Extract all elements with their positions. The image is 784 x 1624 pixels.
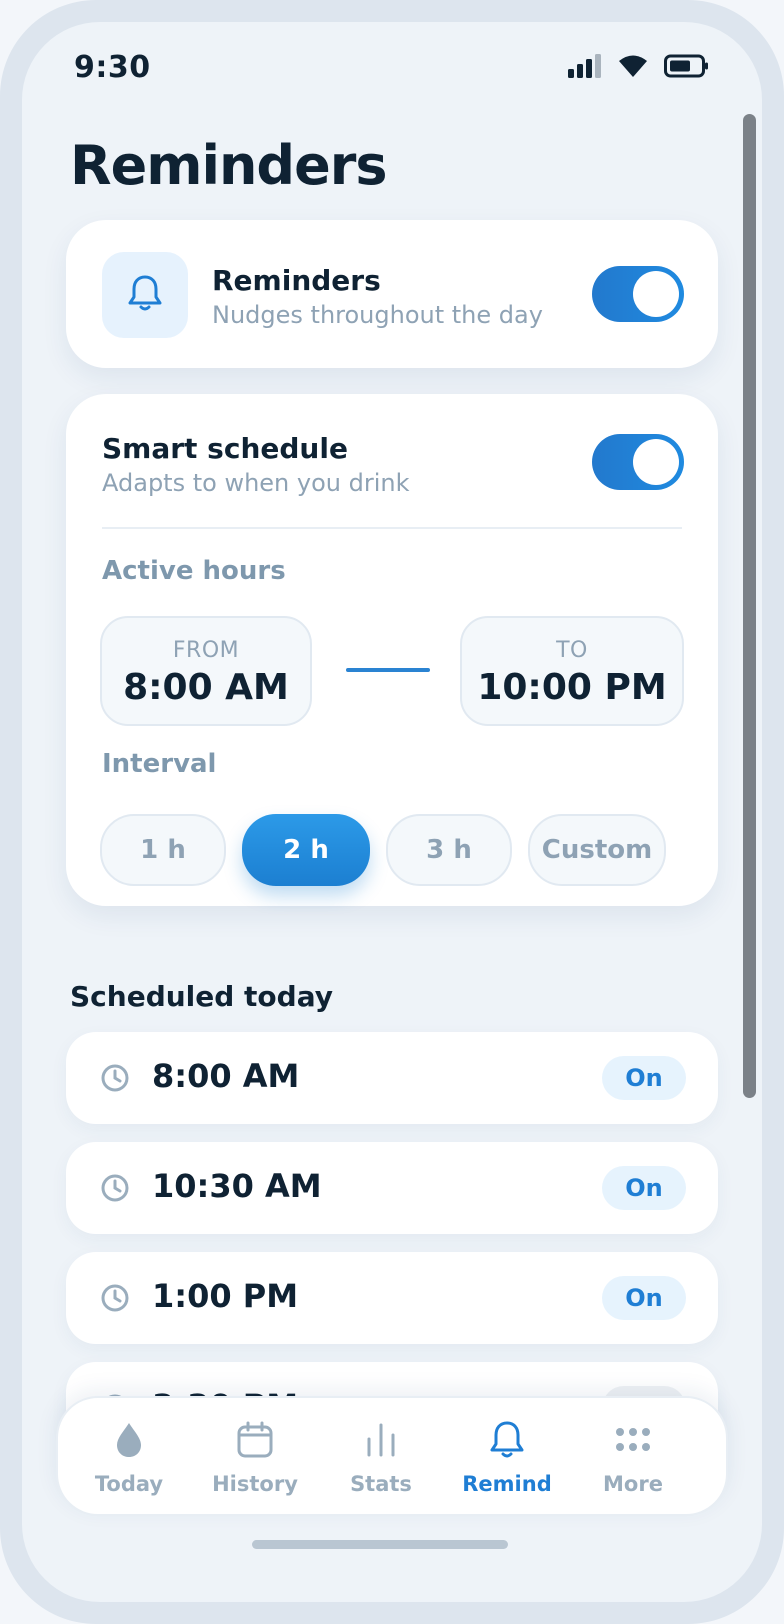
divider xyxy=(102,527,682,529)
screen: 9:30 Reminders Reminders Nudges througho… xyxy=(22,22,762,1602)
tab-bar: Today History Stats Remind More xyxy=(56,1396,728,1516)
smart-schedule-subtitle: Adapts to when you drink xyxy=(102,469,410,497)
interval-label: Interval xyxy=(102,749,217,779)
interval-chip-3h[interactable]: 3 h xyxy=(386,814,512,886)
tab-today[interactable]: Today xyxy=(62,1398,196,1518)
range-connector xyxy=(346,668,430,672)
status-time: 9:30 xyxy=(74,50,151,85)
tab-history[interactable]: History xyxy=(188,1398,322,1518)
to-value: 10:00 PM xyxy=(477,667,667,708)
wifi-icon xyxy=(618,54,648,82)
page-title: Reminders xyxy=(70,134,387,197)
schedule-row[interactable]: 8:00 AM On xyxy=(66,1032,718,1124)
toggle-knob xyxy=(633,439,679,485)
tab-label: History xyxy=(212,1472,298,1496)
schedule-status-pill[interactable]: On xyxy=(602,1056,686,1100)
from-time-picker[interactable]: FROM 8:00 AM xyxy=(100,616,312,726)
smart-schedule-title: Smart schedule xyxy=(102,432,348,465)
tab-label: Today xyxy=(94,1472,164,1496)
schedule-card: Smart schedule Adapts to when you drink … xyxy=(66,394,718,906)
to-time-picker[interactable]: TO 10:00 PM xyxy=(460,616,684,726)
interval-chip-custom[interactable]: Custom xyxy=(528,814,666,886)
battery-icon xyxy=(664,54,708,82)
clock-icon xyxy=(100,1283,130,1317)
clock-icon xyxy=(100,1173,130,1207)
from-caption: FROM xyxy=(172,638,240,663)
tab-label: Stats xyxy=(350,1472,412,1496)
schedule-status-pill[interactable]: On xyxy=(602,1166,686,1210)
reminders-card: Reminders Nudges throughout the day xyxy=(66,220,718,368)
bar-chart-icon xyxy=(363,1421,399,1463)
to-caption: TO xyxy=(556,638,588,663)
smart-schedule-toggle[interactable] xyxy=(592,434,684,490)
status-icons xyxy=(568,54,708,82)
bell-icon xyxy=(126,273,164,317)
tab-label: Remind xyxy=(462,1472,552,1496)
reminders-bell-tile xyxy=(102,252,188,338)
scheduled-today-title: Scheduled today xyxy=(70,980,333,1013)
schedule-row[interactable]: 1:00 PM On xyxy=(66,1252,718,1344)
active-hours-label: Active hours xyxy=(102,556,286,586)
home-indicator[interactable] xyxy=(252,1540,508,1549)
tab-remind[interactable]: Remind xyxy=(440,1398,574,1518)
interval-chip-1h[interactable]: 1 h xyxy=(100,814,226,886)
reminders-toggle[interactable] xyxy=(592,266,684,322)
calendar-icon xyxy=(236,1421,274,1463)
signal-icon xyxy=(568,54,602,82)
toggle-knob xyxy=(633,271,679,317)
interval-chip-2h[interactable]: 2 h xyxy=(242,814,370,886)
reminders-title: Reminders xyxy=(212,264,381,297)
from-value: 8:00 AM xyxy=(123,667,289,708)
bell-icon xyxy=(488,1419,526,1465)
tab-label: More xyxy=(603,1472,663,1496)
tab-stats[interactable]: Stats xyxy=(314,1398,448,1518)
reminders-subtitle: Nudges throughout the day xyxy=(212,301,543,329)
schedule-status-pill[interactable]: On xyxy=(602,1276,686,1320)
device-frame: 9:30 Reminders Reminders Nudges througho… xyxy=(0,0,784,1624)
scrollbar[interactable] xyxy=(743,114,756,1098)
schedule-time: 1:00 PM xyxy=(152,1277,299,1315)
schedule-time: 10:30 AM xyxy=(152,1167,322,1205)
grid-dots-icon xyxy=(615,1427,651,1457)
drop-icon xyxy=(114,1421,144,1463)
schedule-row[interactable]: 10:30 AM On xyxy=(66,1142,718,1234)
schedule-time: 8:00 AM xyxy=(152,1057,300,1095)
clock-icon xyxy=(100,1063,130,1097)
tab-more[interactable]: More xyxy=(566,1398,700,1518)
